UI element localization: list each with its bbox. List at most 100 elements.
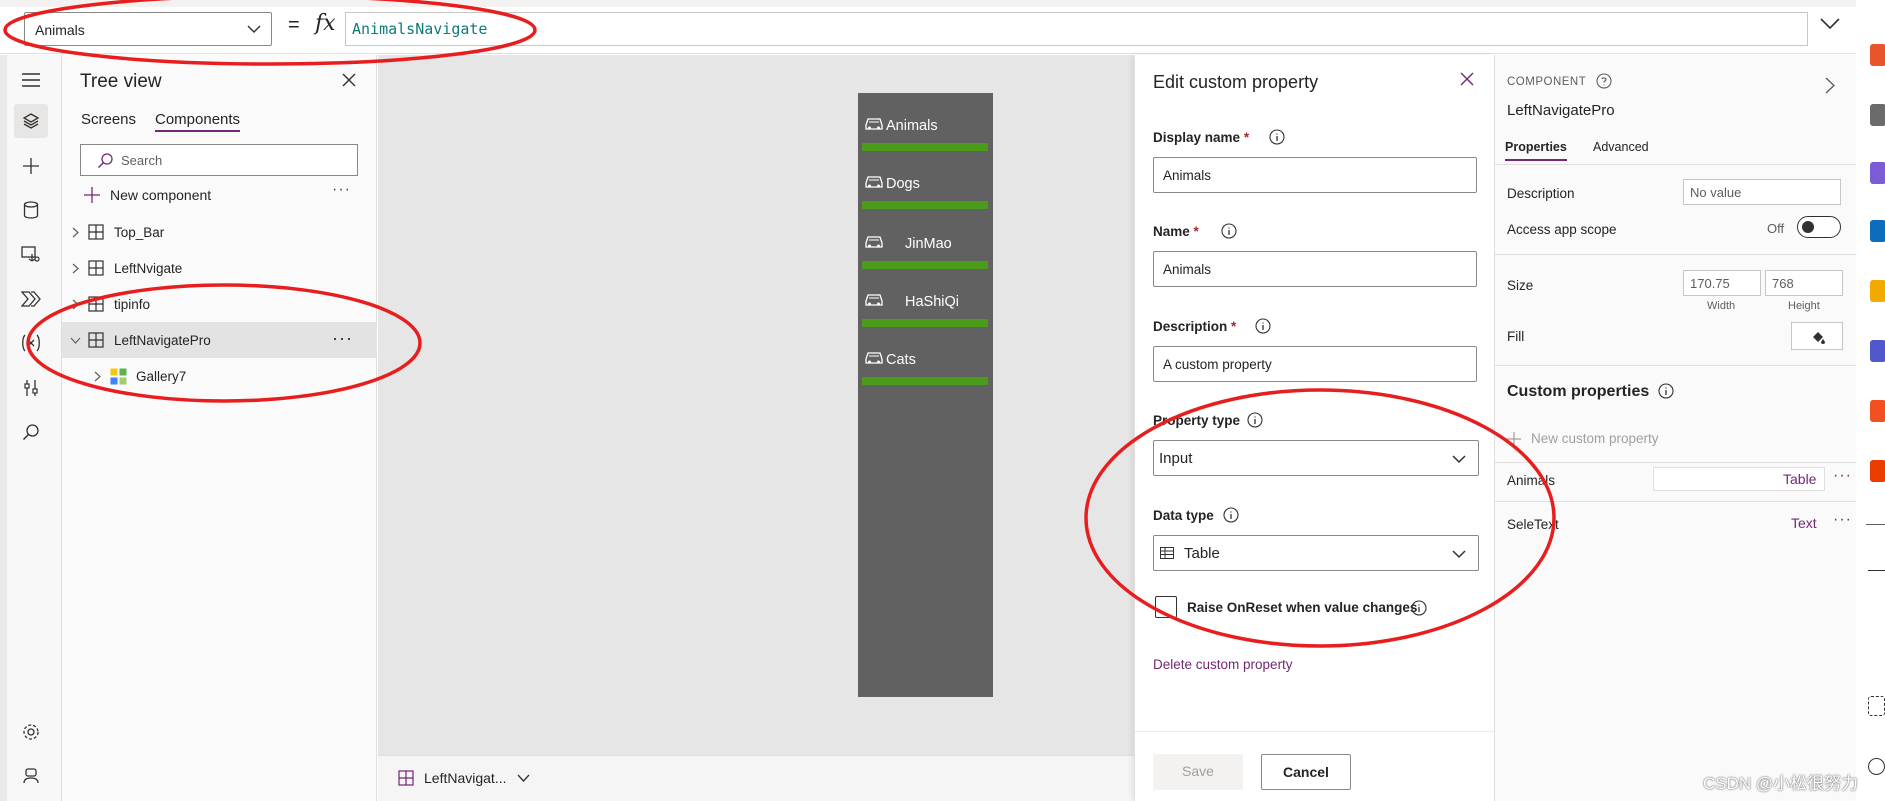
raise-onreset-label: Raise OnReset when value changes <box>1187 600 1418 615</box>
outlook-icon[interactable] <box>1870 220 1885 242</box>
nav-item-label: Cats <box>886 352 916 368</box>
more-options-icon[interactable]: ··· <box>332 328 353 349</box>
info-icon[interactable] <box>1247 412 1263 428</box>
expand-formula-icon[interactable] <box>1820 18 1840 30</box>
property-dropdown[interactable]: Animals <box>24 12 272 46</box>
info-icon[interactable] <box>1411 600 1427 616</box>
search-icon[interactable] <box>18 419 44 445</box>
raise-onreset-checkbox[interactable] <box>1155 596 1177 618</box>
gift-icon[interactable] <box>1870 44 1885 66</box>
chevron-right-icon[interactable] <box>94 371 101 382</box>
power-automate-icon[interactable] <box>18 286 44 312</box>
help-icon[interactable] <box>1596 73 1612 89</box>
chevron-right-icon[interactable] <box>1825 77 1835 94</box>
component-preview[interactable]: Animals Dogs JinMao HaShiQi Cats <box>858 93 993 697</box>
save-button[interactable]: Save <box>1153 754 1243 790</box>
fill-color-picker[interactable] <box>1791 322 1843 350</box>
close-icon[interactable] <box>1460 72 1474 86</box>
access-app-scope-toggle[interactable] <box>1797 216 1841 238</box>
info-icon[interactable] <box>1658 383 1674 399</box>
nav-item[interactable]: JinMao <box>858 211 993 269</box>
nav-item[interactable]: Animals <box>858 93 993 151</box>
media-icon[interactable] <box>18 241 44 267</box>
settings-gear-icon[interactable] <box>1868 758 1885 775</box>
info-icon[interactable] <box>1221 223 1237 239</box>
property-type-value: Input <box>1159 450 1193 467</box>
new-component-button[interactable]: New component <box>84 187 211 203</box>
display-name-field[interactable]: Animals <box>1153 157 1477 193</box>
data-cylinder-icon[interactable] <box>18 197 44 223</box>
custom-property-row[interactable]: Animals Table ··· <box>1495 463 1857 497</box>
screenshot-icon[interactable] <box>1868 696 1885 716</box>
office-icon[interactable] <box>1870 400 1885 422</box>
nav-item[interactable]: HaShiQi <box>858 269 993 327</box>
virtual-agent-icon[interactable] <box>18 763 44 789</box>
variables-icon[interactable] <box>18 330 44 356</box>
more-options-icon[interactable]: ··· <box>332 181 351 199</box>
hamburger-menu-icon[interactable] <box>18 67 44 93</box>
search-placeholder: Search <box>121 153 163 168</box>
tab-advanced[interactable]: Advanced <box>1593 140 1649 154</box>
tab-properties[interactable]: Properties <box>1505 140 1567 161</box>
copilot-icon[interactable] <box>1870 162 1885 184</box>
nav-item-label: JinMao <box>905 236 952 252</box>
required-mark: * <box>1193 224 1199 239</box>
search-input[interactable]: Search <box>80 144 358 176</box>
nav-item[interactable]: Cats <box>858 327 993 385</box>
component-icon <box>88 224 104 240</box>
gallery-icon <box>110 368 127 385</box>
car-icon <box>864 175 884 189</box>
tree-item-top-bar[interactable]: Top_Bar <box>62 214 377 250</box>
property-type-dropdown[interactable]: Input <box>1153 440 1479 476</box>
delete-custom-property-link[interactable]: Delete custom property <box>1153 657 1293 672</box>
insert-plus-icon[interactable] <box>18 153 44 179</box>
component-name: LeftNavigatePro <box>1507 102 1615 119</box>
cancel-button[interactable]: Cancel <box>1261 754 1351 790</box>
description-input[interactable]: No value <box>1683 179 1841 205</box>
people-icon[interactable] <box>1870 104 1885 126</box>
tree-item-label: Gallery7 <box>136 369 187 384</box>
canvas[interactable]: Animals Dogs JinMao HaShiQi Cats LeftNav… <box>378 55 1134 801</box>
chevron-right-icon[interactable] <box>72 227 79 238</box>
more-options-icon[interactable]: ··· <box>1833 467 1852 485</box>
tree-item-gallery7[interactable]: Gallery7 <box>62 358 377 394</box>
settings-gear-icon[interactable] <box>18 719 44 745</box>
chevron-right-icon[interactable] <box>72 299 79 310</box>
tree-item-leftnavigatepro[interactable]: LeftNavigatePro ··· <box>62 322 377 358</box>
advanced-tools-icon[interactable] <box>18 375 44 401</box>
info-icon[interactable] <box>1223 507 1239 523</box>
name-field[interactable]: Animals <box>1153 251 1477 287</box>
teams-icon[interactable] <box>1870 340 1885 362</box>
width-input[interactable]: 170.75 <box>1683 270 1761 296</box>
selected-control-dropdown[interactable]: LeftNavigat... <box>398 770 530 786</box>
chevron-down-icon <box>517 774 529 782</box>
tree-item-leftnvigate[interactable]: LeftNvigate <box>62 250 377 286</box>
data-type-dropdown[interactable]: Table <box>1153 535 1479 571</box>
required-mark: * <box>1243 130 1250 145</box>
tab-screens[interactable]: Screens <box>81 111 136 128</box>
nav-item[interactable]: Dogs <box>858 151 993 209</box>
maps-icon[interactable] <box>1870 280 1885 302</box>
top-strip <box>0 0 1885 7</box>
tree-view-layers-icon[interactable] <box>14 104 48 138</box>
chevron-down-icon[interactable] <box>70 337 81 344</box>
office-app-icon[interactable] <box>1870 460 1885 482</box>
property-dropdown-value: Animals <box>35 22 85 38</box>
description-label-text: Description <box>1153 319 1228 334</box>
height-input[interactable]: 768 <box>1765 270 1843 296</box>
more-options-icon[interactable]: ··· <box>1833 511 1852 529</box>
formula-input[interactable]: AnimalsNavigate <box>345 12 1808 46</box>
tree-view-panel: Tree view Screens Components Search New … <box>62 55 377 801</box>
close-icon[interactable] <box>342 73 356 87</box>
tab-components[interactable]: Components <box>155 111 241 132</box>
chevron-right-icon[interactable] <box>72 263 79 274</box>
new-custom-property-button[interactable]: New custom property <box>1507 431 1659 446</box>
display-name-label-text: Display name <box>1153 130 1241 145</box>
description-field[interactable]: A custom property <box>1153 346 1477 382</box>
info-icon[interactable] <box>1269 129 1285 145</box>
add-icon[interactable] <box>1868 570 1885 571</box>
new-component-label: New component <box>110 187 212 203</box>
info-icon[interactable] <box>1255 318 1271 334</box>
tree-item-tipinfo[interactable]: tipinfo <box>62 286 377 322</box>
custom-property-row[interactable]: SeleText Text ··· <box>1495 507 1857 541</box>
